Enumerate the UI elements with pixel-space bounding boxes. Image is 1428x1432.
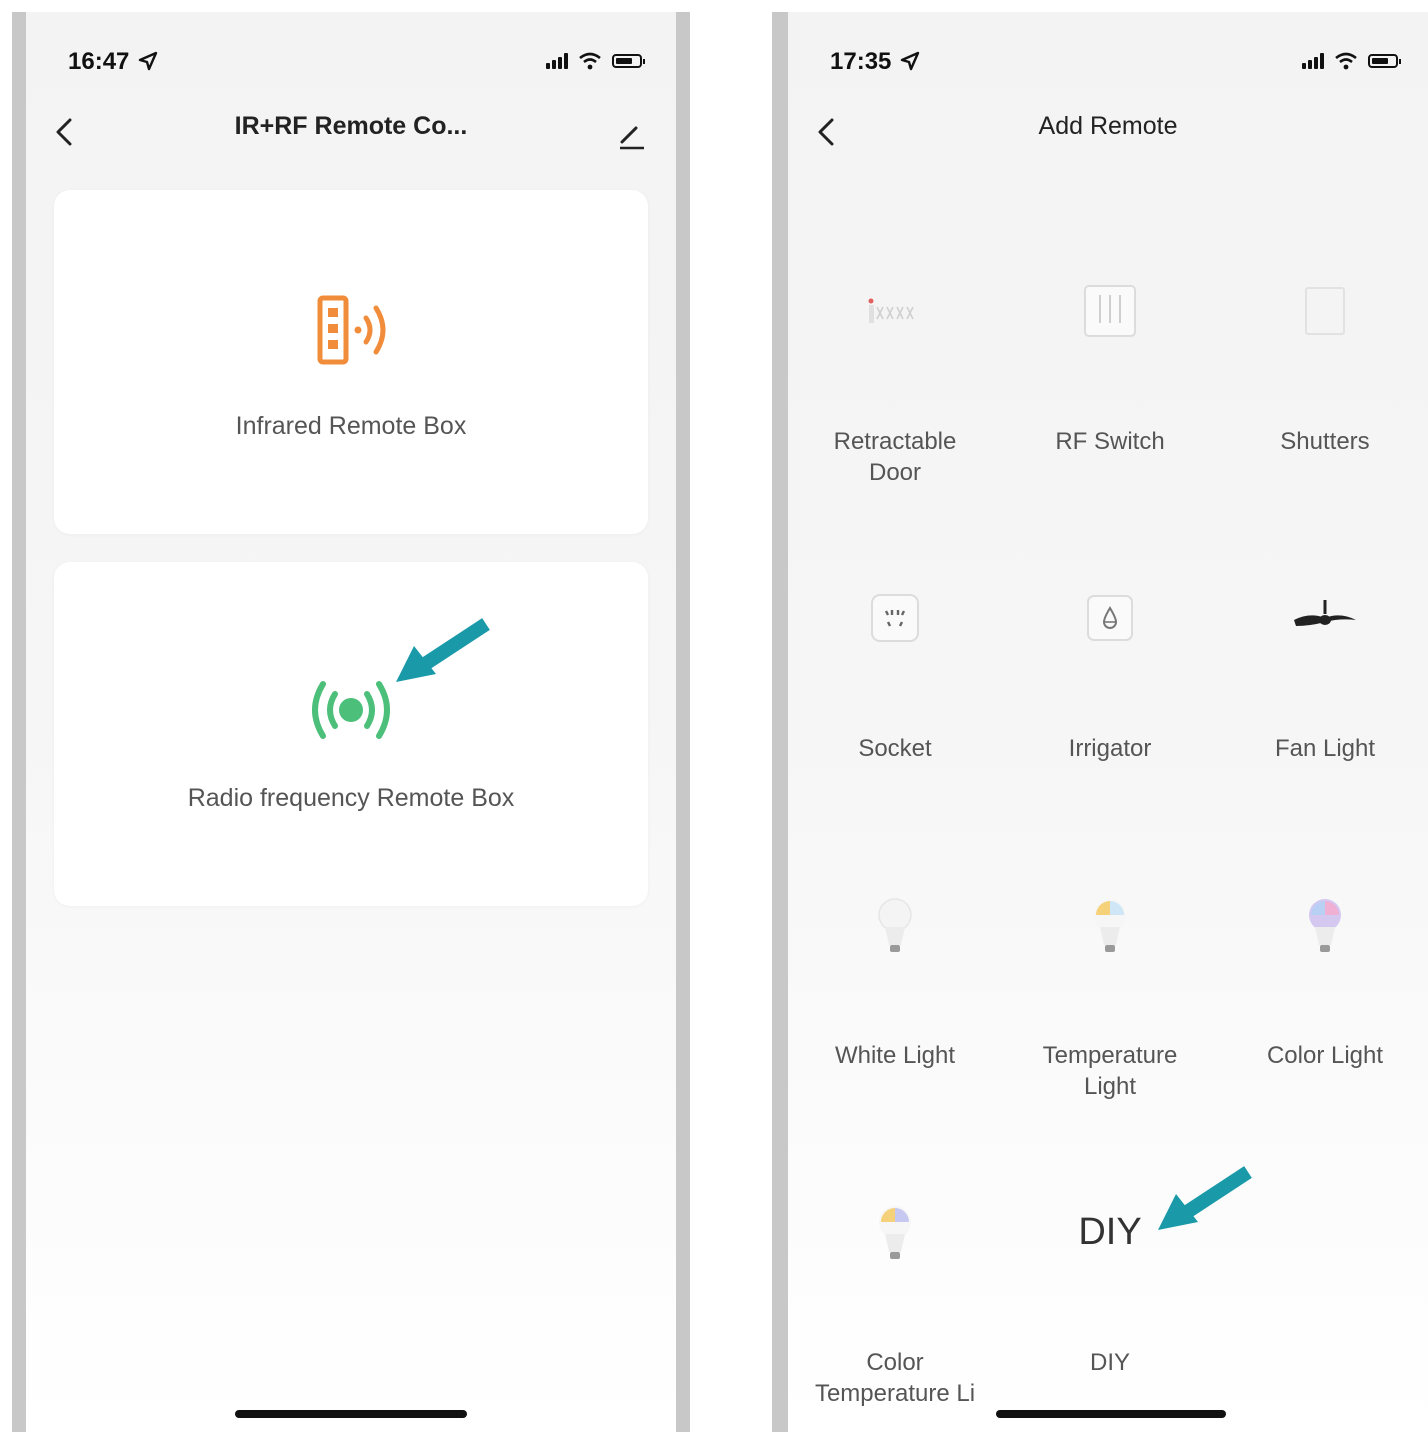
location-arrow-icon [138, 51, 158, 71]
irrigator-item[interactable]: Irrigator [1005, 583, 1215, 764]
retractable-door-icon [790, 276, 1000, 346]
radio-frequency-remote-box-card[interactable]: Radio frequency Remote Box [54, 562, 648, 906]
status-icons [1302, 52, 1401, 70]
item-label: DIY [1089, 1349, 1130, 1376]
status-icons [546, 52, 645, 70]
left-phone-frame: 16:47 IR+RF Remote Co... Infrared Remote… [12, 12, 690, 1432]
fan-light-icon [1220, 583, 1428, 653]
battery-icon [1368, 54, 1401, 68]
card-label: Radio frequency Remote Box [187, 784, 515, 812]
item-label: Temperature Light [1042, 1042, 1178, 1100]
add-remote-screen: 17:35 Add Remote Retractable Door RF Swi… [788, 12, 1428, 1432]
location-arrow-icon [900, 51, 920, 71]
page-title: IR+RF Remote Co... [234, 112, 468, 140]
home-indicator [235, 1410, 467, 1418]
pointer-arrow-icon [396, 618, 490, 682]
color-bulb-icon [1220, 890, 1428, 960]
shutters-item[interactable]: Shutters [1220, 276, 1428, 457]
item-label: Fan Light [1274, 735, 1376, 762]
white-light-item[interactable]: White Light [790, 890, 1000, 1071]
ir-remote-icon [54, 290, 648, 370]
white-bulb-icon [790, 890, 1000, 960]
color-temperature-bulb-icon [790, 1197, 1000, 1267]
rf-signal-icon [54, 670, 648, 750]
temperature-bulb-icon [1005, 890, 1215, 960]
remote-type-screen: 16:47 IR+RF Remote Co... Infrared Remote… [26, 12, 676, 1432]
fan-light-item[interactable]: Fan Light [1220, 583, 1428, 764]
right-phone-frame: 17:35 Add Remote Retractable Door RF Swi… [772, 12, 1428, 1432]
rf-switch-icon [1005, 276, 1215, 346]
rf-switch-item[interactable]: RF Switch [1005, 276, 1215, 457]
battery-icon [612, 54, 645, 68]
irrigator-icon [1005, 583, 1215, 653]
card-label: Infrared Remote Box [235, 412, 467, 440]
home-indicator [996, 1410, 1226, 1418]
item-label: Retractable Door [833, 428, 957, 486]
item-label: Color Temperature Li [814, 1349, 976, 1407]
socket-item[interactable]: Socket [790, 583, 1000, 764]
item-label: Color Light [1266, 1042, 1384, 1069]
page-title: Add Remote [1038, 112, 1178, 140]
temperature-light-item[interactable]: Temperature Light [1005, 890, 1215, 1102]
shutters-icon [1220, 276, 1428, 346]
signal-icon [546, 53, 568, 69]
pointer-arrow-icon [1158, 1166, 1252, 1230]
item-label: RF Switch [1055, 428, 1165, 455]
signal-icon [1302, 53, 1324, 69]
color-temperature-light-item[interactable]: Color Temperature Li [790, 1197, 1000, 1409]
infrared-remote-box-card[interactable]: Infrared Remote Box [54, 190, 648, 534]
item-label: Shutters [1280, 428, 1370, 455]
item-label: White Light [834, 1042, 956, 1069]
retractable-door-item[interactable]: Retractable Door [790, 276, 1000, 488]
item-label: Irrigator [1068, 735, 1152, 762]
edit-button[interactable] [618, 122, 646, 150]
status-time: 17:35 [830, 48, 920, 76]
wifi-icon [1335, 52, 1357, 70]
color-light-item[interactable]: Color Light [1220, 890, 1428, 1071]
status-time: 16:47 [68, 48, 158, 76]
socket-icon [790, 583, 1000, 653]
wifi-icon [579, 52, 601, 70]
item-label: Socket [858, 735, 932, 762]
